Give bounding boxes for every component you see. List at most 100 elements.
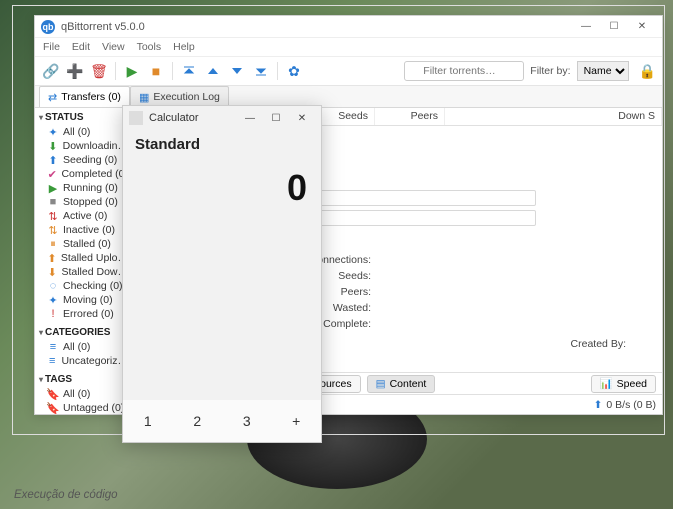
settings-button[interactable]: ✿ bbox=[284, 61, 304, 81]
calc-key[interactable] bbox=[173, 357, 223, 400]
col-down-speed[interactable]: Down S bbox=[445, 108, 662, 125]
sidebar-item-label: Checking (0) bbox=[63, 280, 123, 292]
status-icon: ⇅ bbox=[47, 210, 59, 222]
side-header[interactable]: TAGS bbox=[39, 372, 130, 387]
side-header[interactable]: CATEGORIES bbox=[39, 325, 130, 340]
calc-key[interactable] bbox=[272, 314, 322, 357]
tab-content[interactable]: ▤Content bbox=[367, 375, 436, 393]
status-icon: ◌ bbox=[47, 280, 59, 292]
move-bottom-button[interactable] bbox=[251, 61, 271, 81]
move-top-button[interactable] bbox=[179, 61, 199, 81]
move-down-button[interactable] bbox=[227, 61, 247, 81]
window-title: qBittorrent v5.0.0 bbox=[61, 21, 145, 33]
start-button[interactable]: ▶ bbox=[122, 61, 142, 81]
created-by-label: Created By: bbox=[571, 338, 626, 350]
sidebar-item[interactable]: ⬇Stalled Dow… bbox=[39, 265, 130, 279]
calc-close-button[interactable]: ✕ bbox=[289, 108, 315, 128]
calc-key[interactable] bbox=[222, 357, 272, 400]
tab-execution-log[interactable]: ▦ Execution Log bbox=[130, 86, 229, 107]
tab-transfers[interactable]: ⇄ Transfers (0) bbox=[39, 86, 130, 107]
tab-transfers-label: Transfers (0) bbox=[61, 91, 121, 103]
calc-mode[interactable]: Standard bbox=[123, 130, 321, 153]
speed-icon: 📊 bbox=[600, 377, 613, 390]
calc-key[interactable] bbox=[173, 314, 223, 357]
calc-key[interactable] bbox=[272, 227, 322, 270]
calc-key-plus[interactable]: + bbox=[272, 400, 322, 442]
calc-key-3[interactable]: 3 bbox=[222, 400, 272, 442]
calc-key[interactable] bbox=[173, 227, 223, 270]
calc-maximize-button[interactable]: ☐ bbox=[263, 108, 289, 128]
side-header[interactable]: STATUS bbox=[39, 110, 130, 125]
calc-key[interactable] bbox=[123, 227, 173, 270]
sidebar-item[interactable]: ⇅Inactive (0) bbox=[39, 223, 130, 237]
move-up-button[interactable] bbox=[203, 61, 223, 81]
sidebar: STATUS✦All (0)⬇Downloadin…⬆Seeding (0)✔C… bbox=[35, 108, 135, 414]
calc-key[interactable] bbox=[123, 357, 173, 400]
delete-button[interactable]: 🗑 bbox=[89, 61, 109, 81]
status-icon: ✦ bbox=[47, 294, 59, 306]
calc-key-1[interactable]: 1 bbox=[123, 400, 173, 442]
calc-key-2[interactable]: 2 bbox=[173, 400, 223, 442]
minimize-button[interactable]: — bbox=[572, 18, 600, 36]
content-icon: ▤ bbox=[376, 378, 386, 390]
status-icon: 🔖 bbox=[47, 402, 59, 414]
sidebar-item-label: Downloadin… bbox=[63, 140, 128, 152]
calc-key[interactable] bbox=[272, 357, 322, 400]
sidebar-item[interactable]: ≡All (0) bbox=[39, 340, 130, 354]
menu-tools[interactable]: Tools bbox=[137, 41, 162, 53]
transfers-icon: ⇄ bbox=[48, 91, 57, 104]
calc-minimize-button[interactable]: — bbox=[237, 108, 263, 128]
pause-button[interactable]: ■ bbox=[146, 61, 166, 81]
calc-display: 0 bbox=[123, 153, 321, 213]
sidebar-item[interactable]: ⬆Stalled Uplo… bbox=[39, 251, 130, 265]
sidebar-item[interactable]: ✦ All (0) bbox=[39, 125, 130, 139]
calc-key[interactable] bbox=[222, 270, 272, 313]
menu-view[interactable]: View bbox=[102, 41, 125, 53]
status-icon: ⬇ bbox=[47, 266, 57, 278]
sidebar-item[interactable]: ⇅Active (0) bbox=[39, 209, 130, 223]
sidebar-item[interactable]: ⏸ Stalled (0) bbox=[39, 237, 130, 251]
sidebar-item[interactable]: ■Stopped (0) bbox=[39, 195, 130, 209]
close-button[interactable]: ✕ bbox=[628, 18, 656, 36]
calc-key[interactable] bbox=[173, 270, 223, 313]
calc-key[interactable] bbox=[272, 270, 322, 313]
upload-icon: ⬆ bbox=[594, 399, 603, 411]
calc-key[interactable] bbox=[123, 314, 173, 357]
sidebar-item[interactable]: ▶Running (0) bbox=[39, 181, 130, 195]
sidebar-item[interactable]: ≡Uncategoriz… bbox=[39, 354, 130, 368]
sidebar-item[interactable]: 🔖Untagged (0) bbox=[39, 401, 130, 414]
maximize-button[interactable]: ☐ bbox=[600, 18, 628, 36]
calc-key[interactable] bbox=[222, 227, 272, 270]
add-link-button[interactable]: 🔗 bbox=[41, 61, 61, 81]
sidebar-item[interactable]: 🔖All (0) bbox=[39, 387, 130, 401]
sidebar-item[interactable]: ✔Completed (0) bbox=[39, 167, 130, 181]
tab-speed[interactable]: 📊Speed bbox=[591, 375, 656, 393]
status-icon: ≡ bbox=[47, 355, 57, 367]
sidebar-item-label: Stalled (0) bbox=[63, 238, 111, 250]
status-icon: ✔ bbox=[47, 168, 57, 180]
status-icon: ▶ bbox=[47, 182, 59, 194]
menu-help[interactable]: Help bbox=[173, 41, 195, 53]
sidebar-item[interactable]: ✦ Moving (0) bbox=[39, 293, 130, 307]
sidebar-item-label: Moving (0) bbox=[63, 294, 113, 306]
sidebar-item[interactable]: !Errored (0) bbox=[39, 307, 130, 321]
menu-edit[interactable]: Edit bbox=[72, 41, 90, 53]
calc-title: Calculator bbox=[149, 112, 199, 124]
calc-key[interactable] bbox=[123, 270, 173, 313]
sidebar-item[interactable]: ⬇Downloadin… bbox=[39, 139, 130, 153]
lock-icon[interactable]: 🔒 bbox=[639, 63, 656, 80]
status-icon: ⏸ bbox=[47, 238, 59, 250]
calc-keypad-upper bbox=[123, 227, 321, 400]
sidebar-item[interactable]: ◌ Checking (0) bbox=[39, 279, 130, 293]
sidebar-item[interactable]: ⬆Seeding (0) bbox=[39, 153, 130, 167]
titlebar: qb qBittorrent v5.0.0 — ☐ ✕ bbox=[35, 16, 662, 38]
search-input[interactable] bbox=[404, 61, 524, 81]
filter-select[interactable]: Name bbox=[577, 61, 629, 81]
col-peers[interactable]: Peers bbox=[375, 108, 445, 125]
sidebar-item-label: All (0) bbox=[63, 126, 90, 138]
menu-file[interactable]: File bbox=[43, 41, 60, 53]
add-torrent-button[interactable]: ➕ bbox=[65, 61, 85, 81]
sidebar-item-label: Stalled Uplo… bbox=[61, 252, 128, 264]
status-icon: ✦ bbox=[47, 126, 59, 138]
calc-key[interactable] bbox=[222, 314, 272, 357]
